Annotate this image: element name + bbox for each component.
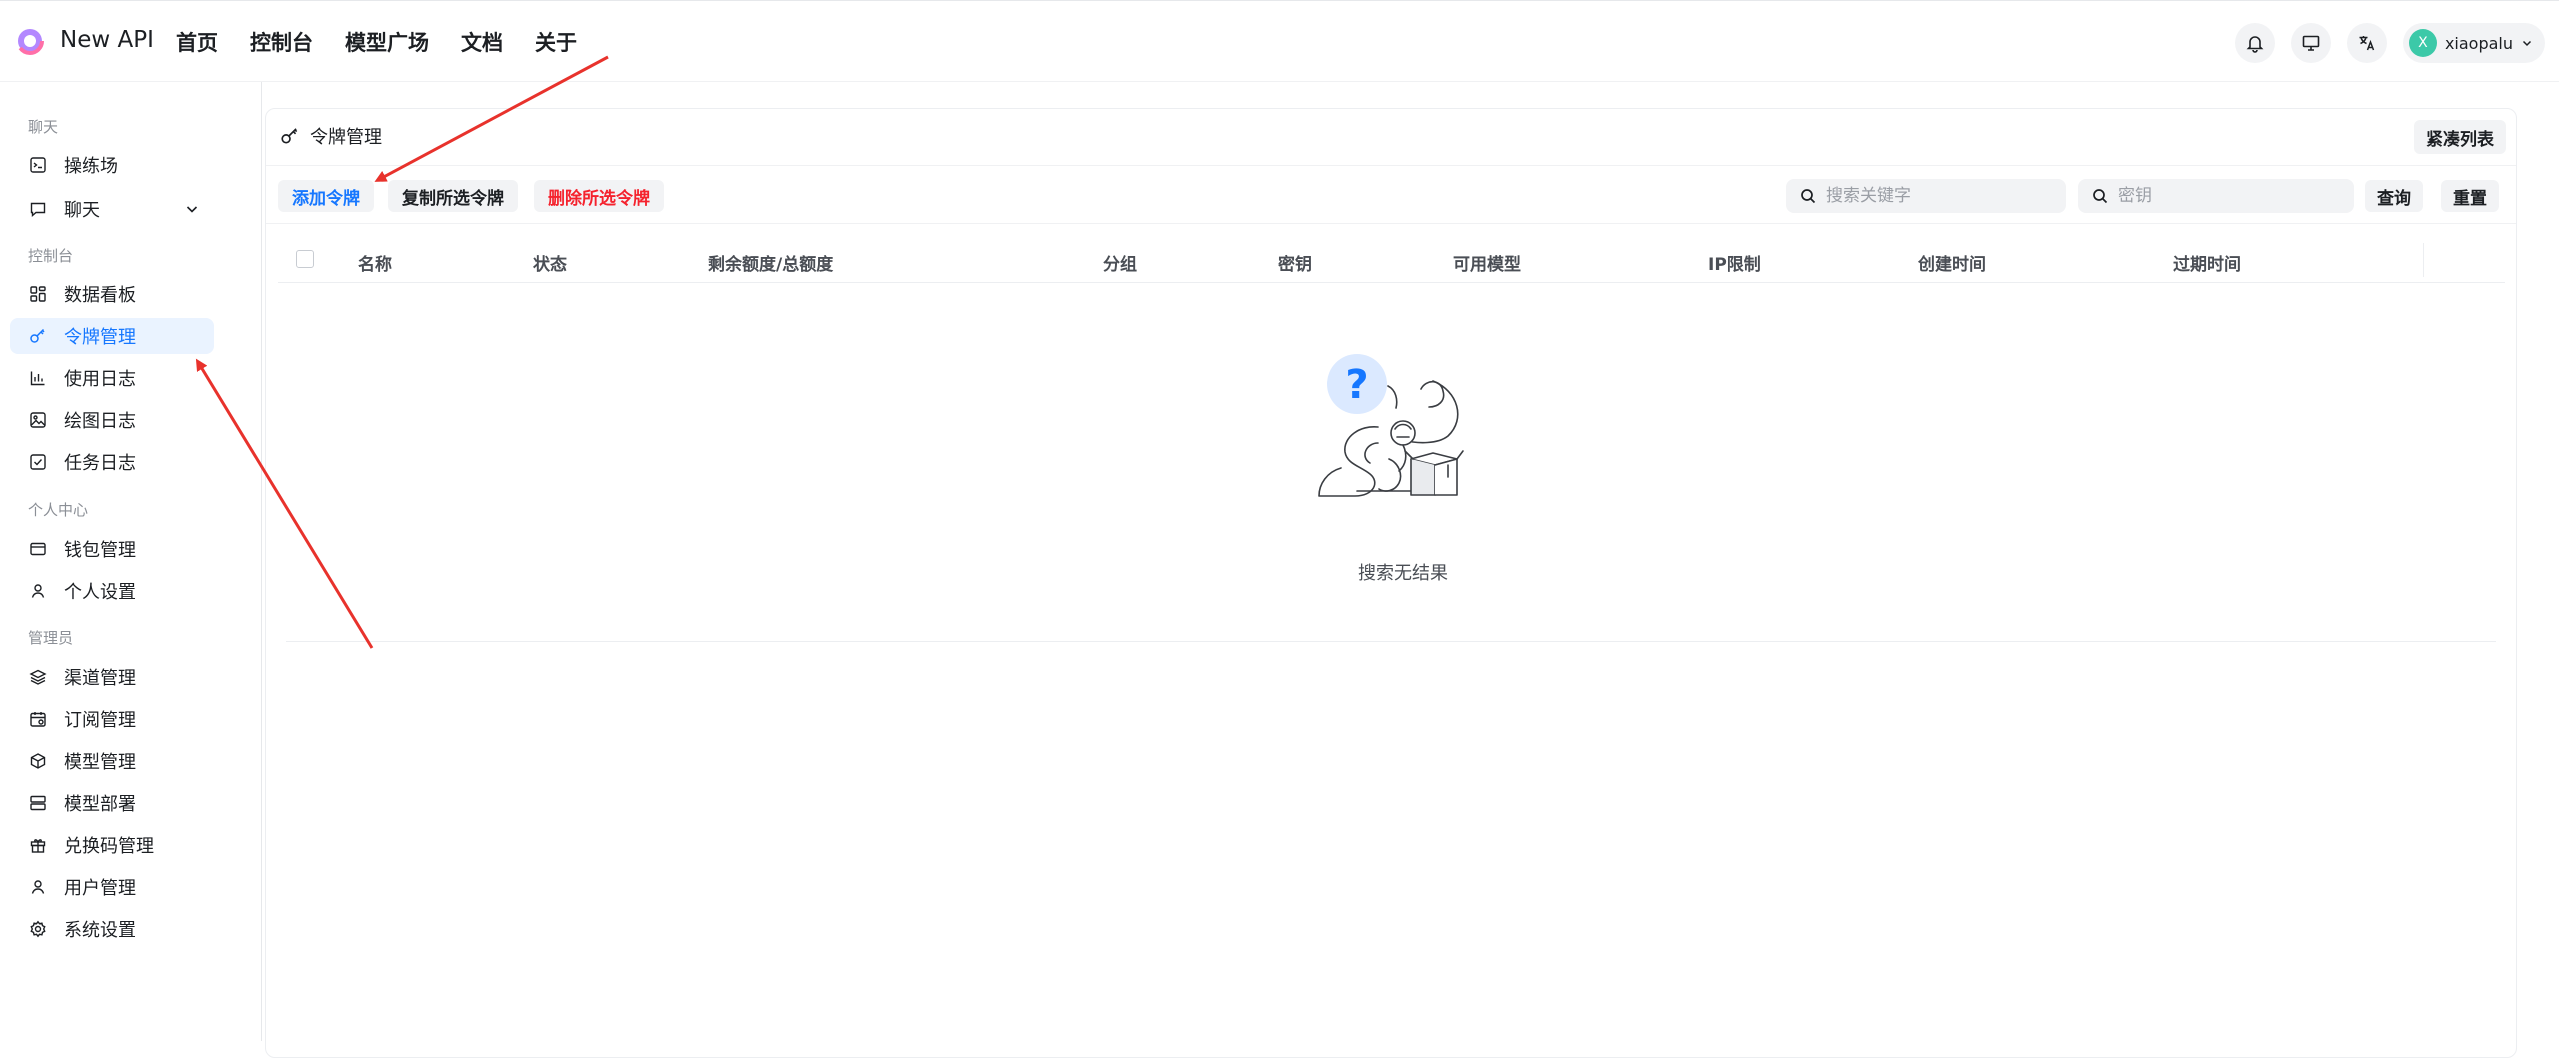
column-group[interactable]: 分组 bbox=[1103, 250, 1137, 275]
page-title: 令牌管理 bbox=[310, 127, 382, 148]
bell-icon bbox=[2246, 36, 2264, 53]
empty-state-text: 搜索无结果 bbox=[1358, 563, 1448, 584]
sidebar-item-playground[interactable]: 操练场 bbox=[10, 147, 214, 183]
key-icon bbox=[28, 326, 48, 346]
brand-name[interactable]: New API bbox=[60, 27, 154, 53]
column-separator bbox=[2423, 243, 2424, 277]
sidebar-section-admin: 管理员 bbox=[28, 629, 74, 647]
monitor-icon bbox=[2302, 35, 2320, 51]
column-expire-time[interactable]: 过期时间 bbox=[2173, 250, 2241, 275]
chevron-down-icon[interactable] bbox=[184, 201, 200, 217]
avatar: X bbox=[2408, 29, 2437, 57]
card-header: 令牌管理 bbox=[280, 123, 382, 149]
token-management-card: 令牌管理 紧凑列表 添加令牌 复制所选令牌 删除所选令牌 查询 重置 名称 状态… bbox=[265, 108, 2517, 1058]
select-all-checkbox[interactable] bbox=[296, 250, 314, 268]
sidebar-item-dashboard[interactable]: 数据看板 bbox=[10, 276, 214, 312]
sidebar-section-console: 控制台 bbox=[28, 247, 74, 265]
wallet-icon bbox=[28, 539, 48, 559]
table-bottom-divider bbox=[286, 641, 2496, 642]
sidebar-item-usage-log[interactable]: 使用日志 bbox=[10, 360, 214, 396]
translate-icon bbox=[2359, 36, 2375, 51]
sidebar: 聊天 操练场 聊天 控制台 数据看板 令牌管理 使用日志 绘图日志 任务日志 个… bbox=[0, 82, 262, 1041]
sidebar-item-channels[interactable]: 渠道管理 bbox=[10, 659, 214, 695]
calendar-icon bbox=[28, 709, 48, 729]
sidebar-item-personal-settings[interactable]: 个人设置 bbox=[10, 573, 214, 609]
sidebar-item-model-deploy[interactable]: 模型部署 bbox=[10, 785, 214, 821]
gift-icon bbox=[28, 835, 48, 855]
cube-icon bbox=[28, 751, 48, 771]
user-menu[interactable]: X xiaopalu bbox=[2402, 23, 2545, 63]
sidebar-item-models[interactable]: 模型管理 bbox=[10, 743, 214, 779]
key-icon bbox=[281, 128, 298, 144]
keyword-search-input[interactable] bbox=[1826, 186, 2026, 206]
server-icon bbox=[28, 793, 48, 813]
nav-model-market[interactable]: 模型广场 bbox=[345, 27, 429, 57]
header-actions: X xiaopalu bbox=[2234, 23, 2545, 63]
key-search-box bbox=[2078, 179, 2354, 213]
settings-icon bbox=[28, 919, 48, 939]
column-status[interactable]: 状态 bbox=[533, 250, 567, 275]
key-search-input[interactable] bbox=[2118, 186, 2318, 206]
add-token-button[interactable]: 添加令牌 bbox=[278, 180, 374, 212]
username: xiaopalu bbox=[2444, 33, 2513, 53]
sidebar-item-wallet[interactable]: 钱包管理 bbox=[10, 531, 214, 567]
top-header: New API 首页 控制台 模型广场 文档 关于 X xiaopalu bbox=[0, 0, 2559, 82]
bar-chart-icon bbox=[28, 368, 48, 388]
table-header: 名称 状态 剩余额度/总额度 分组 密钥 可用模型 IP限制 创建时间 过期时间 bbox=[278, 237, 2505, 283]
layers-icon bbox=[28, 667, 48, 687]
column-name[interactable]: 名称 bbox=[358, 250, 392, 275]
notification-button[interactable] bbox=[2234, 23, 2275, 63]
nav-about[interactable]: 关于 bbox=[535, 27, 577, 57]
language-button[interactable] bbox=[2346, 23, 2387, 63]
user-icon bbox=[28, 581, 48, 601]
nav-docs[interactable]: 文档 bbox=[461, 27, 503, 57]
sidebar-item-task-log[interactable]: 任务日志 bbox=[10, 444, 214, 480]
sidebar-item-system-settings[interactable]: 系统设置 bbox=[10, 911, 214, 947]
chat-icon bbox=[28, 199, 48, 219]
sidebar-section-chat: 聊天 bbox=[28, 118, 59, 136]
chevron-down-icon bbox=[2522, 40, 2532, 47]
reset-button[interactable]: 重置 bbox=[2441, 180, 2499, 212]
column-ip-limit[interactable]: IP限制 bbox=[1708, 250, 1761, 275]
sidebar-item-token-management[interactable]: 令牌管理 bbox=[10, 318, 214, 354]
sidebar-item-subscriptions[interactable]: 订阅管理 bbox=[10, 701, 214, 737]
compact-list-button[interactable]: 紧凑列表 bbox=[2414, 120, 2506, 154]
sidebar-section-personal: 个人中心 bbox=[28, 501, 89, 519]
column-models[interactable]: 可用模型 bbox=[1453, 250, 1521, 275]
copy-selected-tokens-button[interactable]: 复制所选令牌 bbox=[388, 180, 518, 212]
header-divider bbox=[266, 165, 2516, 166]
nav-home[interactable]: 首页 bbox=[176, 27, 218, 57]
top-nav: 首页 控制台 模型广场 文档 关于 bbox=[176, 27, 577, 57]
keyword-search-box bbox=[1786, 179, 2066, 213]
user-icon bbox=[28, 877, 48, 897]
column-quota[interactable]: 剩余额度/总额度 bbox=[708, 250, 833, 275]
playground-icon bbox=[28, 155, 48, 175]
sidebar-item-chat[interactable]: 聊天 bbox=[10, 191, 214, 227]
dashboard-icon bbox=[28, 284, 48, 304]
search-icon bbox=[2093, 189, 2108, 204]
column-key[interactable]: 密钥 bbox=[1278, 250, 1312, 275]
sidebar-item-users[interactable]: 用户管理 bbox=[10, 869, 214, 905]
image-icon bbox=[28, 410, 48, 430]
search-icon bbox=[1801, 189, 1816, 204]
nav-console[interactable]: 控制台 bbox=[250, 27, 313, 57]
task-check-icon bbox=[28, 452, 48, 472]
svg-text:?: ? bbox=[1345, 362, 1368, 408]
display-mode-button[interactable] bbox=[2290, 23, 2331, 63]
empty-state-illustration: ? bbox=[1318, 354, 1464, 497]
column-created-time[interactable]: 创建时间 bbox=[1918, 250, 1986, 275]
delete-selected-tokens-button[interactable]: 删除所选令牌 bbox=[534, 180, 664, 212]
sidebar-item-redeem-codes[interactable]: 兑换码管理 bbox=[10, 827, 214, 863]
app-logo-icon[interactable] bbox=[16, 27, 44, 55]
toolbar-divider bbox=[266, 223, 2516, 224]
query-button[interactable]: 查询 bbox=[2365, 180, 2423, 212]
sidebar-item-drawing-log[interactable]: 绘图日志 bbox=[10, 402, 214, 438]
